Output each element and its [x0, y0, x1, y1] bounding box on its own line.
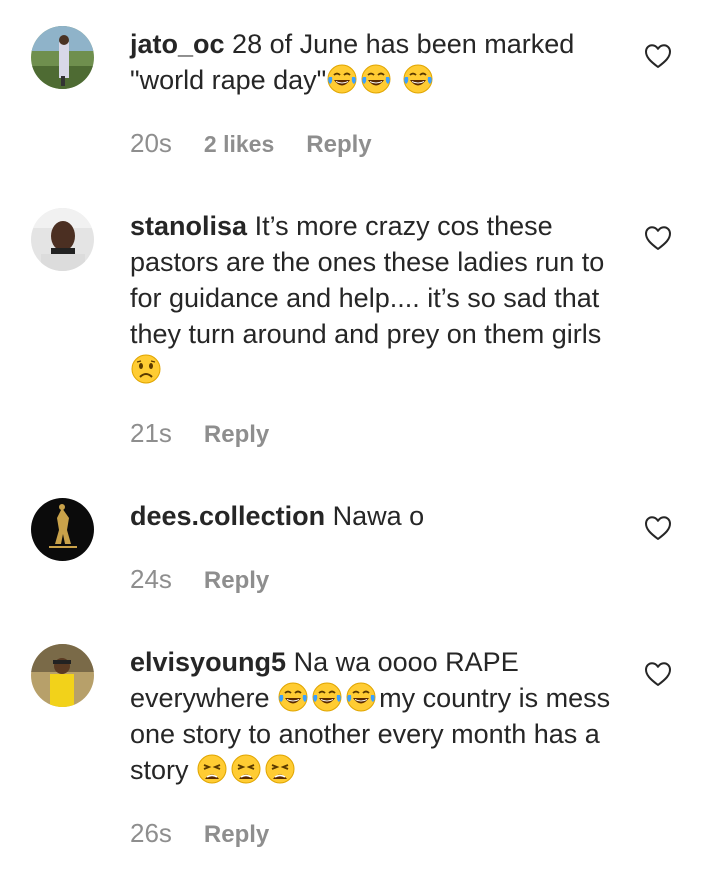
avatar[interactable] — [31, 208, 94, 271]
heart-outline-icon[interactable] — [644, 225, 672, 251]
comment-body: dees.collection Nawa o — [130, 498, 620, 534]
likes-count[interactable]: 2 likes — [204, 129, 274, 159]
frowning-face-icon — [130, 353, 162, 385]
comment-body: stanolisa It’s more crazy cos these past… — [130, 208, 620, 388]
weary-face-icon — [230, 753, 262, 785]
heart-outline-icon[interactable] — [644, 43, 672, 69]
username[interactable]: dees.collection — [130, 501, 325, 531]
tears-of-joy-icon — [360, 63, 392, 95]
heart-outline-icon[interactable] — [644, 515, 672, 541]
comment-time: 24s — [130, 564, 172, 594]
comment-meta: 21s Reply — [130, 418, 269, 450]
avatar[interactable] — [31, 26, 94, 89]
comment-body: elvisyoung5 Na wa oooo RAPE everywhere m… — [130, 644, 620, 788]
heart-outline-icon[interactable] — [644, 661, 672, 687]
reply-button[interactable]: Reply — [306, 130, 371, 160]
comment-time: 26s — [130, 818, 172, 848]
reply-button[interactable]: Reply — [204, 820, 269, 850]
tears-of-joy-icon — [311, 681, 343, 713]
comment-time: 21s — [130, 418, 172, 448]
username[interactable]: jato_oc — [130, 29, 225, 59]
comment-text: Nawa o — [332, 501, 425, 531]
reply-button[interactable]: Reply — [204, 566, 269, 596]
avatar[interactable] — [31, 644, 94, 707]
comment-meta: 20s 2 likes Reply — [130, 128, 372, 160]
tears-of-joy-icon — [402, 63, 434, 95]
comment-meta: 24s Reply — [130, 564, 269, 596]
comment-meta: 26s Reply — [130, 818, 269, 850]
comment-body: jato_oc 28 of June has been marked "worl… — [130, 26, 620, 98]
reply-button[interactable]: Reply — [204, 420, 269, 450]
weary-face-icon — [264, 753, 296, 785]
weary-face-icon — [196, 753, 228, 785]
tears-of-joy-icon — [326, 63, 358, 95]
tears-of-joy-icon — [345, 681, 377, 713]
avatar[interactable] — [31, 498, 94, 561]
username[interactable]: elvisyoung5 — [130, 647, 286, 677]
tears-of-joy-icon — [277, 681, 309, 713]
comment-time: 20s — [130, 128, 172, 158]
username[interactable]: stanolisa — [130, 211, 247, 241]
